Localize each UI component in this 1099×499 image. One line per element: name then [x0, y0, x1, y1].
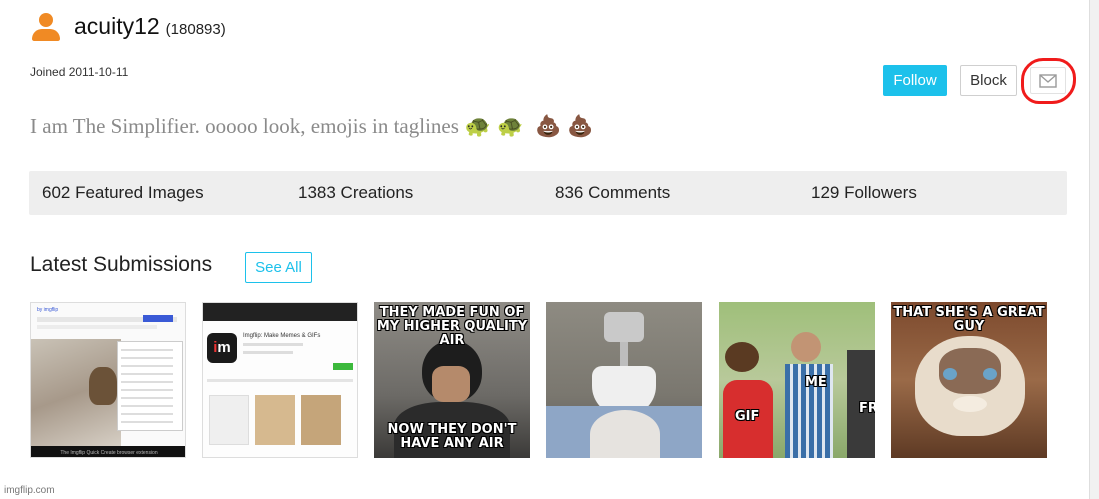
- thumbnail-app-screenshot[interactable]: im Imgflip: Make Memes & GIFs: [202, 302, 358, 458]
- stats-bar: 602 Featured Images 1383 Creations 836 C…: [29, 171, 1067, 215]
- imgflip-watermark: imgflip.com: [4, 485, 55, 496]
- tagline-text: I am The Simplifier. ooooo look, emojis …: [30, 114, 459, 138]
- stat-creations[interactable]: 1383 Creations: [298, 183, 413, 203]
- turtle-emoji: 🐢: [497, 114, 524, 138]
- thumbnail-caption: Imgflip: Make Memes & GIFs: [243, 333, 321, 339]
- tagline: I am The Simplifier. ooooo look, emojis …: [30, 114, 594, 139]
- username[interactable]: acuity12: [74, 13, 160, 40]
- message-button[interactable]: [1030, 67, 1066, 94]
- meme-top-text: THAT SHE'S A GREAT GUY: [893, 305, 1045, 334]
- poop-emoji: 💩: [535, 114, 562, 138]
- meme-label-me: ME: [805, 375, 827, 390]
- thumbnail-distracted-boyfriend-meme[interactable]: ME GIF FR: [719, 302, 875, 458]
- latest-submissions-heading: Latest Submissions: [30, 253, 213, 276]
- meme-top-text: THEY MADE FUN OF MY HIGHER QUALITY AIR: [376, 305, 528, 348]
- poop-emoji: 💩: [567, 114, 594, 138]
- block-button[interactable]: Block: [960, 65, 1017, 96]
- thumbnail-caption: The Imgflip Quick Create browser extensi…: [31, 446, 185, 457]
- envelope-icon: [1039, 73, 1057, 88]
- thumbnail-grumpy-cat-meme[interactable]: THAT SHE'S A GREAT GUY: [891, 302, 1047, 458]
- stat-followers[interactable]: 129 Followers: [811, 183, 917, 203]
- joined-date: Joined 2011-10-11: [30, 65, 129, 79]
- user-header: acuity12 (180893): [30, 10, 226, 42]
- stat-comments[interactable]: 836 Comments: [555, 183, 670, 203]
- stat-featured-images[interactable]: 602 Featured Images: [42, 183, 204, 203]
- follow-button[interactable]: Follow: [883, 65, 947, 96]
- meme-bottom-text: NOW THEY DON'T HAVE ANY AIR: [387, 422, 517, 451]
- thumbnail-helmet-meme[interactable]: THEY MADE FUN OF MY HIGHER QUALITY AIR N…: [374, 302, 530, 458]
- profile-page: acuity12 (180893) Joined 2011-10-11 Foll…: [0, 0, 1090, 499]
- thumbnail-extension-screenshot[interactable]: by imgflip The Imgflip Quick Create brow…: [30, 302, 186, 458]
- turtle-emoji: 🐢: [464, 114, 492, 138]
- thumbnail-urinal-photo[interactable]: [546, 302, 702, 458]
- user-points: (180893): [165, 20, 226, 38]
- meme-label-fr: FR: [859, 401, 875, 416]
- meme-label-gif: GIF: [735, 409, 760, 424]
- avatar[interactable]: [30, 10, 62, 42]
- see-all-button[interactable]: See All: [245, 252, 312, 283]
